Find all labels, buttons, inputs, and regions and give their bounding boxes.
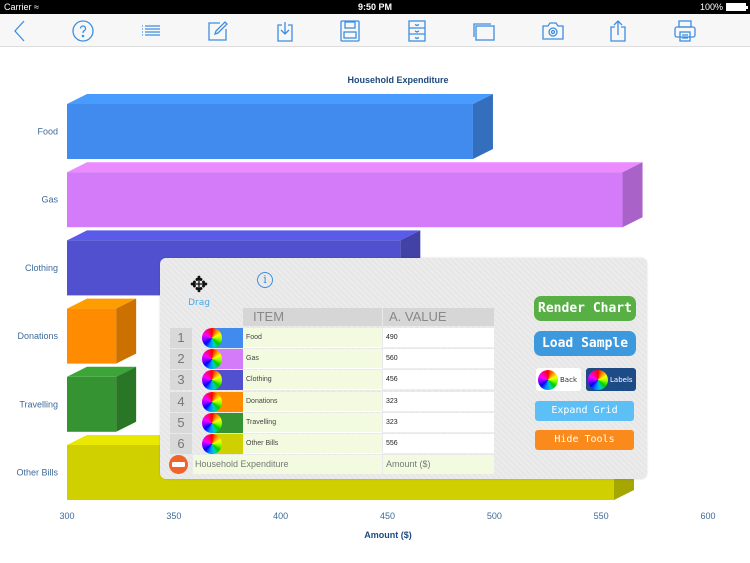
- row-number: 2: [170, 349, 192, 370]
- column-header-value: A. VALUE: [383, 308, 494, 326]
- item-cell[interactable]: Gas: [243, 349, 382, 370]
- x-tick-label: 600: [700, 511, 715, 521]
- print-button[interactable]: [672, 18, 698, 44]
- value-cell[interactable]: 556: [383, 434, 494, 454]
- chart-title-field[interactable]: Household Expenditure: [193, 455, 382, 474]
- color-wheel-icon[interactable]: [202, 328, 222, 348]
- labels-label: Labels: [610, 375, 633, 384]
- file-cabinet-button[interactable]: [404, 18, 430, 44]
- value-cell[interactable]: 323: [383, 412, 494, 433]
- category-label: Food: [37, 127, 58, 137]
- value-cell[interactable]: 456: [383, 370, 494, 391]
- info-icon[interactable]: i: [257, 272, 273, 288]
- share-icon: [610, 20, 626, 42]
- x-tick-label: 500: [487, 511, 502, 521]
- value-cell[interactable]: 323: [383, 391, 494, 412]
- color-wheel-icon[interactable]: [202, 434, 222, 454]
- load-sample-button[interactable]: Load Sample: [534, 331, 636, 356]
- axis-title-field[interactable]: Amount ($): [383, 455, 494, 474]
- help-button[interactable]: [70, 18, 96, 44]
- battery-indicator: 100%: [699, 2, 748, 12]
- move-arrows-icon: ✥: [189, 272, 209, 297]
- bar: [67, 308, 117, 364]
- value-cell[interactable]: 490: [383, 328, 494, 348]
- color-wheel-icon: [538, 369, 558, 390]
- chevron-left-icon: [14, 20, 25, 42]
- row-number: 4: [170, 391, 192, 412]
- back-button[interactable]: [8, 18, 34, 44]
- tools-panel: ✥ Drag i ITEM A. VALUE 1 Food 490 2 Gas 560 3 C…: [160, 258, 647, 479]
- list-button[interactable]: [138, 18, 164, 44]
- camera-button[interactable]: [540, 18, 566, 44]
- download-tray-icon: [277, 22, 293, 42]
- bar-top-face: [67, 162, 643, 173]
- share-button[interactable]: [605, 18, 631, 44]
- column-header-item: ITEM: [243, 308, 382, 326]
- windows-button[interactable]: [471, 18, 497, 44]
- bar-top-face: [67, 230, 421, 241]
- bar-side-face: [622, 162, 643, 228]
- row-number: 5: [170, 412, 192, 433]
- bar: [67, 104, 473, 159]
- bar: [67, 376, 117, 432]
- row-number: 1: [170, 328, 192, 348]
- color-wheel-icon: [588, 369, 608, 390]
- item-cell[interactable]: Other Bills: [243, 434, 382, 454]
- item-cell[interactable]: Travelling: [243, 412, 382, 433]
- category-label: Travelling: [19, 399, 58, 409]
- bar-side-face: [472, 94, 493, 159]
- bar-side-face: [116, 298, 137, 364]
- category-label: Clothing: [25, 263, 58, 273]
- list-icon: [142, 25, 160, 36]
- delete-icon[interactable]: [169, 455, 188, 474]
- file-cabinet-icon: [408, 20, 426, 42]
- hide-tools-button[interactable]: Hide Tools: [535, 430, 634, 450]
- save-button[interactable]: [337, 18, 363, 44]
- x-tick-label: 400: [273, 511, 288, 521]
- x-tick-label: 300: [59, 511, 74, 521]
- printer-icon: [674, 20, 696, 42]
- value-cell[interactable]: 560: [383, 349, 494, 370]
- item-cell[interactable]: Food: [243, 328, 382, 348]
- edit-button[interactable]: [205, 18, 231, 44]
- battery-percent: 100%: [699, 2, 723, 12]
- expand-grid-button[interactable]: Expand Grid: [535, 401, 634, 421]
- row-number: 3: [170, 370, 192, 391]
- row-number: 6: [170, 434, 192, 454]
- drag-handle[interactable]: ✥ Drag: [182, 272, 216, 309]
- labels-color-button[interactable]: Labels: [586, 368, 636, 391]
- x-tick-label: 350: [166, 511, 181, 521]
- bar-top-face: [67, 94, 493, 104]
- render-chart-button[interactable]: Render Chart: [534, 296, 636, 321]
- status-bar: Carrier ≈ 9:50 PM 100%: [0, 0, 750, 14]
- background-color-button[interactable]: Back: [536, 368, 581, 391]
- windows-icon: [473, 23, 495, 41]
- category-label: Other Bills: [16, 468, 58, 478]
- chart-title: Household Expenditure: [347, 75, 448, 85]
- camera-icon: [542, 22, 564, 40]
- x-axis-label: Amount ($): [364, 530, 412, 540]
- x-tick-label: 550: [594, 511, 609, 521]
- item-cell[interactable]: Donations: [243, 391, 382, 412]
- category-label: Donations: [17, 331, 58, 341]
- bar-side-face: [116, 366, 137, 432]
- import-button[interactable]: [272, 18, 298, 44]
- back-label: Back: [560, 375, 577, 384]
- question-circle-icon: [72, 20, 94, 42]
- color-wheel-icon[interactable]: [202, 391, 222, 412]
- battery-icon: [726, 3, 748, 11]
- pencil-square-icon: [208, 21, 228, 41]
- category-label: Gas: [41, 195, 58, 205]
- item-cell[interactable]: Clothing: [243, 370, 382, 391]
- toolbar: [0, 14, 750, 47]
- clock: 9:50 PM: [357, 2, 392, 12]
- color-wheel-icon[interactable]: [202, 412, 222, 433]
- x-tick-label: 450: [380, 511, 395, 521]
- floppy-disk-icon: [340, 20, 360, 42]
- drag-label: Drag: [188, 298, 210, 308]
- bar: [67, 172, 623, 228]
